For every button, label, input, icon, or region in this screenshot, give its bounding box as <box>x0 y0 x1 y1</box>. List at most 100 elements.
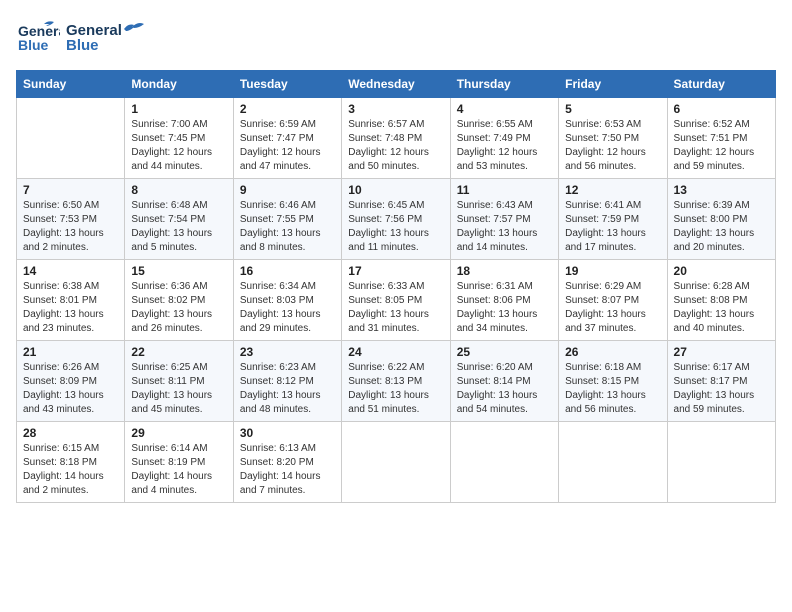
day-number: 25 <box>457 345 552 359</box>
day-number: 5 <box>565 102 660 116</box>
calendar-cell: 11Sunrise: 6:43 AMSunset: 7:57 PMDayligh… <box>450 179 558 260</box>
day-number: 26 <box>565 345 660 359</box>
day-number: 18 <box>457 264 552 278</box>
day-info: Sunrise: 6:48 AMSunset: 7:54 PMDaylight:… <box>131 199 226 255</box>
calendar-cell: 12 Sunrise: 6:41 AMSunset: 7:59 PMDayligh… <box>559 179 667 260</box>
header-cell-friday: Friday <box>559 71 667 98</box>
header-cell-thursday: Thursday <box>450 71 558 98</box>
calendar-cell <box>450 422 558 503</box>
day-number: 19 <box>565 264 660 278</box>
calendar-cell: 20Sunrise: 6:28 AMSunset: 8:08 PMDayligh… <box>667 260 775 341</box>
day-info: Sunrise: 6:41 AMSunset: 7:59 PMDaylight:… <box>565 199 660 255</box>
day-info: Sunrise: 6:57 AMSunset: 7:48 PMDaylight:… <box>348 118 443 174</box>
calendar-cell: 10 Sunrise: 6:45 AMSunset: 7:56 PMDayligh… <box>342 179 450 260</box>
header-cell-saturday: Saturday <box>667 71 775 98</box>
day-number: 17 <box>348 264 443 278</box>
day-number: 22 <box>131 345 226 359</box>
calendar-cell: 17Sunrise: 6:33 AMSunset: 8:05 PMDayligh… <box>342 260 450 341</box>
day-number: 30 <box>240 426 335 440</box>
calendar-cell: 18 Sunrise: 6:31 AMSunset: 8:06 PMDayligh… <box>450 260 558 341</box>
day-number: 24 <box>348 345 443 359</box>
day-number: 4 <box>457 102 552 116</box>
bird-icon <box>124 21 146 35</box>
day-info: Sunrise: 6:39 AMSunset: 8:00 PMDaylight:… <box>674 199 769 255</box>
calendar-table: SundayMondayTuesdayWednesdayThursdayFrid… <box>16 70 776 503</box>
header-row: SundayMondayTuesdayWednesdayThursdayFrid… <box>17 71 776 98</box>
day-number: 23 <box>240 345 335 359</box>
calendar-cell: 26 Sunrise: 6:18 AMSunset: 8:15 PMDayligh… <box>559 341 667 422</box>
day-info: Sunrise: 6:43 AMSunset: 7:57 PMDaylight:… <box>457 199 552 255</box>
day-number: 28 <box>23 426 118 440</box>
calendar-week-1: 1 Sunrise: 7:00 AMSunset: 7:45 PMDaylight… <box>17 98 776 179</box>
calendar-cell: 27 Sunrise: 6:17 AMSunset: 8:17 PMDayligh… <box>667 341 775 422</box>
calendar-cell: 7 Sunrise: 6:50 AMSunset: 7:53 PMDaylight… <box>17 179 125 260</box>
day-number: 3 <box>348 102 443 116</box>
day-info: Sunrise: 6:55 AMSunset: 7:49 PMDaylight:… <box>457 118 552 174</box>
day-info: Sunrise: 6:23 AMSunset: 8:12 PMDaylight:… <box>240 361 335 417</box>
day-info: Sunrise: 6:14 AMSunset: 8:19 PMDaylight:… <box>131 442 226 498</box>
day-info: Sunrise: 6:34 AMSunset: 8:03 PMDaylight:… <box>240 280 335 336</box>
calendar-cell: 6Sunrise: 6:52 AMSunset: 7:51 PMDaylight… <box>667 98 775 179</box>
day-number: 27 <box>674 345 769 359</box>
calendar-cell: 21Sunrise: 6:26 AMSunset: 8:09 PMDayligh… <box>17 341 125 422</box>
day-info: Sunrise: 6:45 AMSunset: 7:56 PMDaylight:… <box>348 199 443 255</box>
calendar-body: 1 Sunrise: 7:00 AMSunset: 7:45 PMDaylight… <box>17 98 776 503</box>
day-number: 10 <box>348 183 443 197</box>
page-header: General Blue General Blue <box>16 16 776 60</box>
header-cell-monday: Monday <box>125 71 233 98</box>
day-number: 7 <box>23 183 118 197</box>
calendar-cell: 24 Sunrise: 6:22 AMSunset: 8:13 PMDayligh… <box>342 341 450 422</box>
day-info: Sunrise: 6:22 AMSunset: 8:13 PMDaylight:… <box>348 361 443 417</box>
header-cell-sunday: Sunday <box>17 71 125 98</box>
day-info: Sunrise: 6:25 AMSunset: 8:11 PMDaylight:… <box>131 361 226 417</box>
day-number: 20 <box>674 264 769 278</box>
calendar-cell: 5 Sunrise: 6:53 AMSunset: 7:50 PMDaylight… <box>559 98 667 179</box>
calendar-week-4: 21Sunrise: 6:26 AMSunset: 8:09 PMDayligh… <box>17 341 776 422</box>
calendar-cell: 2 Sunrise: 6:59 AMSunset: 7:47 PMDaylight… <box>233 98 341 179</box>
day-number: 1 <box>131 102 226 116</box>
calendar-week-2: 7 Sunrise: 6:50 AMSunset: 7:53 PMDaylight… <box>17 179 776 260</box>
calendar-cell: 25 Sunrise: 6:20 AMSunset: 8:14 PMDayligh… <box>450 341 558 422</box>
day-number: 12 <box>565 183 660 197</box>
day-info: Sunrise: 6:53 AMSunset: 7:50 PMDaylight:… <box>565 118 660 174</box>
calendar-cell: 9Sunrise: 6:46 AMSunset: 7:55 PMDaylight… <box>233 179 341 260</box>
day-number: 8 <box>131 183 226 197</box>
header-cell-tuesday: Tuesday <box>233 71 341 98</box>
calendar-cell: 19Sunrise: 6:29 AMSunset: 8:07 PMDayligh… <box>559 260 667 341</box>
day-number: 21 <box>23 345 118 359</box>
calendar-cell: 13Sunrise: 6:39 AMSunset: 8:00 PMDayligh… <box>667 179 775 260</box>
calendar-cell: 28 Sunrise: 6:15 AMSunset: 8:18 PMDayligh… <box>17 422 125 503</box>
day-info: Sunrise: 6:50 AMSunset: 7:53 PMDaylight:… <box>23 199 118 255</box>
calendar-cell: 16 Sunrise: 6:34 AMSunset: 8:03 PMDayligh… <box>233 260 341 341</box>
calendar-cell: 3 Sunrise: 6:57 AMSunset: 7:48 PMDaylight… <box>342 98 450 179</box>
logo-blue: Blue <box>66 37 122 54</box>
day-info: Sunrise: 6:15 AMSunset: 8:18 PMDaylight:… <box>23 442 118 498</box>
day-number: 9 <box>240 183 335 197</box>
svg-text:Blue: Blue <box>18 37 49 53</box>
calendar-cell: 4 Sunrise: 6:55 AMSunset: 7:49 PMDaylight… <box>450 98 558 179</box>
day-info: Sunrise: 6:17 AMSunset: 8:17 PMDaylight:… <box>674 361 769 417</box>
day-info: Sunrise: 6:52 AMSunset: 7:51 PMDaylight:… <box>674 118 769 174</box>
calendar-cell: 23 Sunrise: 6:23 AMSunset: 8:12 PMDayligh… <box>233 341 341 422</box>
logo-icon: General Blue <box>16 16 60 60</box>
day-info: Sunrise: 6:31 AMSunset: 8:06 PMDaylight:… <box>457 280 552 336</box>
day-number: 16 <box>240 264 335 278</box>
day-info: Sunrise: 6:13 AMSunset: 8:20 PMDaylight:… <box>240 442 335 498</box>
calendar-cell: 30 Sunrise: 6:13 AMSunset: 8:20 PMDayligh… <box>233 422 341 503</box>
day-number: 15 <box>131 264 226 278</box>
calendar-cell: 15 Sunrise: 6:36 AMSunset: 8:02 PMDayligh… <box>125 260 233 341</box>
day-info: Sunrise: 6:18 AMSunset: 8:15 PMDaylight:… <box>565 361 660 417</box>
calendar-cell: 14Sunrise: 6:38 AMSunset: 8:01 PMDayligh… <box>17 260 125 341</box>
day-number: 29 <box>131 426 226 440</box>
day-info: Sunrise: 6:59 AMSunset: 7:47 PMDaylight:… <box>240 118 335 174</box>
header-cell-wednesday: Wednesday <box>342 71 450 98</box>
day-info: Sunrise: 6:36 AMSunset: 8:02 PMDaylight:… <box>131 280 226 336</box>
day-number: 2 <box>240 102 335 116</box>
day-info: Sunrise: 7:00 AMSunset: 7:45 PMDaylight:… <box>131 118 226 174</box>
calendar-week-5: 28 Sunrise: 6:15 AMSunset: 8:18 PMDayligh… <box>17 422 776 503</box>
calendar-header: SundayMondayTuesdayWednesdayThursdayFrid… <box>17 71 776 98</box>
day-number: 14 <box>23 264 118 278</box>
calendar-cell: 1 Sunrise: 7:00 AMSunset: 7:45 PMDaylight… <box>125 98 233 179</box>
calendar-cell <box>667 422 775 503</box>
day-info: Sunrise: 6:20 AMSunset: 8:14 PMDaylight:… <box>457 361 552 417</box>
